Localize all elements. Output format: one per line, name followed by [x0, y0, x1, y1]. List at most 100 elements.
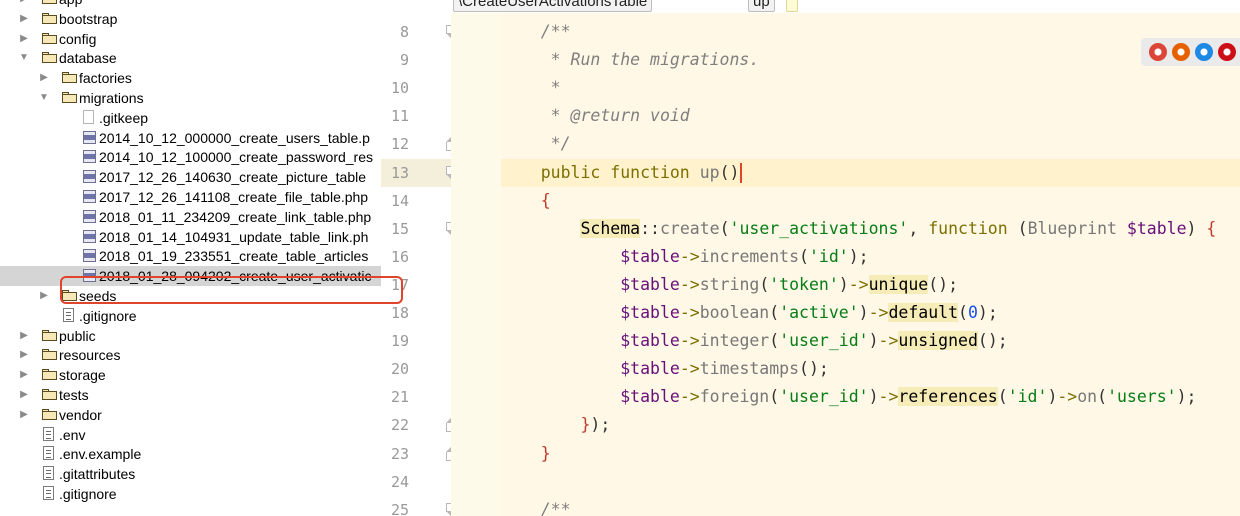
opera-icon[interactable] — [1218, 43, 1236, 61]
line-number: 16 — [390, 247, 409, 266]
tree-file[interactable]: 2014_10_12_100000_create_password_res — [0, 147, 381, 167]
code-token: default — [888, 303, 959, 322]
code-line[interactable]: * — [501, 74, 1240, 102]
code-line[interactable]: /** — [501, 496, 1240, 516]
chevron-right-icon[interactable]: ▶ — [38, 289, 50, 303]
tree-folder[interactable]: ▶ storage — [0, 365, 381, 385]
code-line[interactable]: * Run the migrations. — [501, 46, 1240, 74]
code-token: ) — [838, 274, 849, 294]
tree-file[interactable]: 2018_01_14_104931_update_table_link.ph — [0, 227, 381, 247]
code-line[interactable]: */ — [501, 130, 1240, 158]
code-token: 'user_id' — [779, 387, 869, 407]
tree-file[interactable]: .gitkeep — [0, 108, 381, 128]
tree-file[interactable]: 2018_01_19_233551_create_table_articles — [0, 246, 381, 266]
code-line[interactable]: $table->boolean('active')->default(0); — [501, 299, 1240, 327]
line-number: 22 — [390, 416, 409, 435]
chevron-right-icon[interactable]: ▶ — [18, 368, 30, 382]
code-token: ) — [1186, 218, 1207, 238]
tree-folder[interactable]: ▼ migrations — [0, 88, 381, 108]
code-text: { — [501, 187, 551, 215]
tree-item-label: 2014_10_12_000000_create_users_table.p — [99, 129, 370, 146]
tree-file[interactable]: 2014_10_12_000000_create_users_table.p — [0, 128, 381, 148]
code-line[interactable]: { — [501, 187, 1240, 215]
chevron-down-icon[interactable]: ▼ — [38, 91, 50, 105]
tree-file[interactable]: 2018_01_28_094202_create_user_activatic — [0, 266, 381, 287]
chevron-right-icon[interactable]: ▶ — [18, 388, 30, 402]
code-line[interactable]: public function up() — [501, 158, 1240, 187]
tree-item-label: 2018_01_19_233551_create_table_articles — [99, 248, 369, 265]
code-line[interactable]: * @return void — [501, 102, 1240, 130]
firefox-icon[interactable] — [1172, 43, 1190, 61]
code-line[interactable]: $table->string('token')->unique(); — [501, 271, 1240, 299]
line-number: 14 — [390, 191, 409, 210]
line-number: 12 — [390, 135, 409, 154]
chevron-right-icon[interactable]: ▶ — [18, 12, 30, 26]
chevron-right-icon[interactable]: ▶ — [38, 71, 50, 85]
code-token: -> — [679, 274, 700, 294]
code-line[interactable]: /** — [501, 18, 1240, 46]
code-line[interactable]: Schema::create('user_activations', funct… — [501, 215, 1240, 243]
tree-folder[interactable]: ▶ public — [0, 326, 381, 346]
tree-file[interactable]: .env.example — [0, 444, 381, 464]
code-line[interactable]: $table->integer('user_id')->unsigned(); — [501, 327, 1240, 355]
chevron-down-icon[interactable]: ▼ — [18, 51, 30, 65]
code-token: * Run the migrations. — [501, 50, 760, 70]
tree-folder[interactable]: ▶ bootstrap — [0, 9, 381, 29]
tree-file[interactable]: .gitattributes — [0, 464, 381, 484]
code-token: ); — [848, 246, 869, 266]
tree-file[interactable]: .env — [0, 425, 381, 445]
code-area[interactable]: /** * Run the migrations. * * @return vo… — [501, 13, 1240, 516]
code-token: integer — [699, 331, 770, 351]
code-token: * — [501, 78, 561, 98]
code-token: on — [1077, 387, 1098, 407]
tree-folder[interactable]: ▶ config — [0, 29, 381, 49]
chevron-right-icon[interactable]: ▶ — [18, 32, 30, 46]
tree-folder[interactable]: ▶ seeds — [0, 286, 381, 306]
code-editor[interactable]: \CreateUserActivationsTable up 8 9 10 11 12 1… — [381, 0, 1240, 516]
tree-file[interactable]: 2018_01_11_234209_create_link_table.php — [0, 207, 381, 227]
code-token: create — [659, 218, 720, 238]
tree-folder[interactable]: ▶ resources — [0, 345, 381, 365]
tree-folder[interactable]: ▼ database — [0, 48, 381, 68]
code-token: { — [501, 190, 551, 210]
code-line[interactable]: $table->timestamps(); — [501, 355, 1240, 383]
tree-item-label: seeds — [79, 288, 117, 304]
tree-folder[interactable]: ▶ vendor — [0, 405, 381, 425]
code-token: -> — [679, 359, 700, 379]
line-number: 21 — [390, 388, 409, 407]
code-line[interactable]: $table->foreign('user_id')->references('… — [501, 383, 1240, 411]
safari-icon[interactable] — [1195, 43, 1213, 61]
tree-file[interactable]: 2017_12_26_140630_create_picture_table — [0, 167, 381, 187]
code-text: */ — [501, 130, 571, 158]
tree-folder[interactable]: ▶ tests — [0, 385, 381, 405]
tree-item-label: .gitkeep — [99, 109, 149, 126]
tree-folder[interactable]: ▶ app — [0, 0, 381, 9]
code-token: */ — [501, 134, 571, 154]
tree-item-label: 2018_01_28_094202_create_user_activatic — [99, 268, 372, 285]
tree-item-label: 2017_12_26_140630_create_picture_table — [99, 169, 367, 186]
code-line[interactable]: $table->increments('id'); — [501, 243, 1240, 271]
tree-file[interactable]: .gitignore — [0, 484, 381, 504]
breadcrumb-method[interactable]: up — [748, 0, 775, 12]
chevron-right-icon[interactable]: ▶ — [18, 348, 30, 362]
code-token: (); — [977, 331, 1008, 351]
code-token: public function — [501, 162, 700, 182]
chevron-right-icon[interactable]: ▶ — [18, 408, 30, 422]
tree-folder[interactable]: ▶ factories — [0, 68, 381, 88]
code-line[interactable]: }); — [501, 411, 1240, 439]
chevron-right-icon[interactable]: ▶ — [18, 329, 30, 343]
breadcrumb-class[interactable]: \CreateUserActivationsTable — [453, 0, 653, 12]
chrome-icon[interactable] — [1149, 43, 1167, 61]
chevron-right-icon[interactable]: ▶ — [18, 0, 30, 6]
tree-file[interactable]: 2017_12_26_141108_create_file_table.php — [0, 187, 381, 207]
tree-file[interactable]: .gitignore — [0, 306, 381, 326]
code-line[interactable]: } — [501, 440, 1240, 468]
code-line[interactable] — [501, 468, 1240, 496]
line-number: 25 — [390, 500, 409, 516]
tree-item-label: .gitignore — [59, 486, 117, 502]
code-token: ( — [958, 303, 968, 322]
file-icon — [43, 486, 54, 500]
